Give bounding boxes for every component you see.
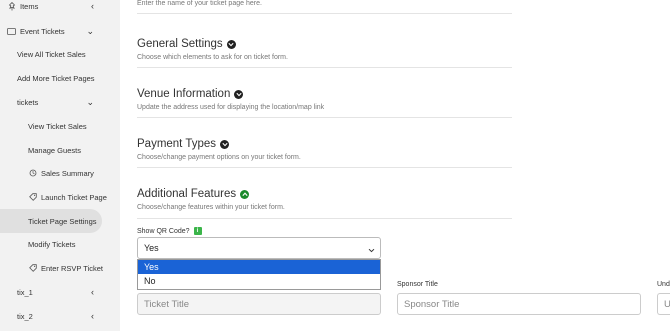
sidebar-item-manage-guests[interactable]: Manage Guests [0,138,120,162]
tag-icon [28,264,37,273]
sidebar-item-label: Event Tickets [20,26,65,36]
divider [137,13,512,14]
sidebar-item-modify-tickets[interactable]: Modify Tickets [0,232,120,256]
section-description: Choose/change features within your ticke… [137,204,285,211]
ticket-icon [7,27,16,36]
sidebar-item-label: tix_1 [17,287,33,297]
sponsor-title-placeholder: Sponsor Title [404,298,460,310]
sidebar-item-tix-2[interactable]: tix_2 ‹ [0,304,120,328]
sidebar-item-label: View Ticket Sales [28,121,87,131]
sidebar-item-label: View All Ticket Sales [17,49,86,59]
pin-icon [7,1,16,11]
sidebar-item-label: Sales Summary [41,168,94,178]
sidebar-item-label: Add More Ticket Pages [17,73,95,83]
dropdown-option-yes[interactable]: Yes [138,260,380,274]
payment-types-title[interactable]: Payment Types [137,138,230,150]
divider [137,117,512,118]
third-field[interactable]: U [657,293,670,315]
section-description: Choose which elements to ask for on tick… [137,54,288,61]
qr-code-select[interactable]: Yes [137,237,381,259]
section-title: Venue Information [137,88,231,100]
section-title: Additional Features [137,188,237,200]
expand-icon[interactable] [234,89,244,99]
section-title: Payment Types [137,138,217,150]
info-icon[interactable]: i [193,227,202,235]
sidebar-item-view-all-ticket-sales[interactable]: View All Ticket Sales [0,42,120,66]
sidebar-item-tickets[interactable]: tickets ⌄ [0,90,120,114]
sidebar: Items ‹ Event Tickets ⌄ View All Ticket … [0,0,120,331]
refresh-icon [28,169,37,178]
chevron-left-icon: ‹ [91,287,94,297]
sponsor-title-label: Sponsor Title [397,281,438,288]
sidebar-item-view-ticket-sales[interactable]: View Ticket Sales [0,114,120,138]
sidebar-item-sales-summary[interactable]: Sales Summary [0,161,120,185]
sidebar-item-label: Manage Guests [28,145,81,155]
sidebar-item-items[interactable]: Items ‹ [0,0,120,18]
divider [137,167,512,168]
sidebar-item-event-tickets[interactable]: Event Tickets ⌄ [0,19,120,43]
dropdown-option-no[interactable]: No [138,274,380,288]
ticket-title-placeholder: Ticket Title [144,298,190,310]
additional-features-title[interactable]: Additional Features [137,188,250,200]
venue-information-title[interactable]: Venue Information [137,88,244,100]
ticket-title-field[interactable]: Ticket Title [137,293,381,315]
sidebar-item-label: tix_2 [17,311,33,321]
sidebar-item-label: tickets [17,97,39,107]
chevron-left-icon: ‹ [91,1,94,11]
sidebar-item-add-more-ticket-pages[interactable]: Add More Ticket Pages [0,66,120,90]
sponsor-title-field[interactable]: Sponsor Title [397,293,641,315]
divider [137,218,512,219]
expand-icon[interactable] [226,39,236,49]
chevron-left-icon: ‹ [91,311,94,321]
chevron-down-icon [368,245,375,255]
section-description: Update the address used for displaying t… [137,104,325,111]
chevron-down-icon: ⌄ [86,96,94,107]
qr-code-dropdown: Yes No [137,259,381,290]
qr-code-label: Show QR Code? i [137,227,202,235]
section-title: General Settings [137,38,223,50]
collapse-icon[interactable] [240,189,250,199]
sidebar-item-tix-1[interactable]: tix_1 ‹ [0,280,120,304]
sidebar-item-label: Items [20,1,39,11]
sidebar-item-ticket-page-settings[interactable]: Ticket Page Settings [0,209,102,233]
chevron-down-icon: ⌄ [86,25,94,36]
divider [137,67,512,68]
main-content: Enter the name of your ticket page here.… [120,0,670,331]
sidebar-item-label: Launch Ticket Page [41,192,107,202]
tag-icon [28,193,37,202]
section-description: Choose/change payment options on your ti… [137,154,301,161]
sidebar-item-label: Modify Tickets [28,239,76,249]
expand-icon[interactable] [220,139,230,149]
general-settings-title[interactable]: General Settings [137,38,236,50]
qr-code-selected-value: Yes [144,243,159,253]
qr-code-label-text: Show QR Code? [137,227,190,235]
sidebar-item-enter-rsvp-ticket[interactable]: Enter RSVP Ticket [0,256,120,280]
third-field-label: Und [657,281,670,288]
ticket-page-name-hint: Enter the name of your ticket page here. [137,0,262,7]
sidebar-item-label: Ticket Page Settings [28,216,97,226]
third-field-placeholder: U [664,298,670,310]
sidebar-item-launch-ticket-page[interactable]: Launch Ticket Page [0,185,120,209]
sidebar-item-label: Enter RSVP Ticket [41,263,103,273]
